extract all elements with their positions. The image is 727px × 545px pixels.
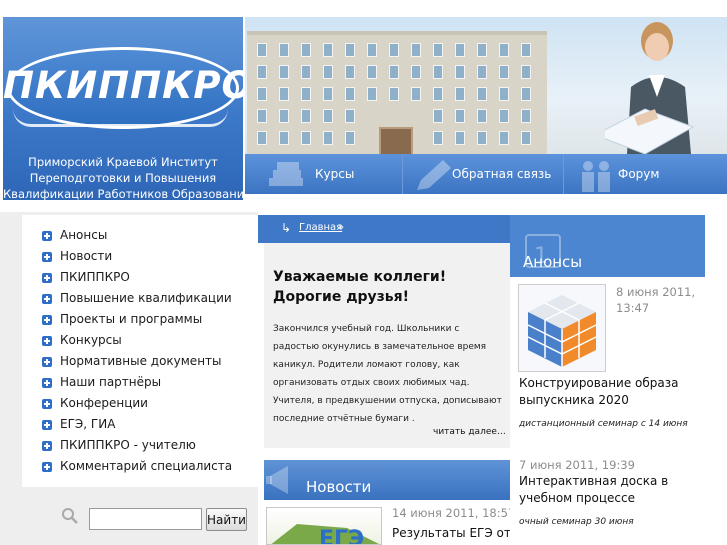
sidebar-item-label: Комментарий специалиста bbox=[60, 459, 233, 473]
plus-bullet-icon bbox=[42, 315, 52, 325]
woman-image bbox=[605, 22, 695, 154]
plus-bullet-icon bbox=[42, 462, 52, 472]
sidebar-item-label: Конкурсы bbox=[60, 333, 122, 347]
institute-name: Приморский Краевой Институт Переподготовк… bbox=[3, 155, 243, 200]
nav-forum-label: Форум bbox=[618, 167, 660, 181]
article-title: Уважаемые коллеги! Дорогие друзья! bbox=[273, 269, 447, 305]
sidebar-item-label: ЕГЭ, ГИА bbox=[60, 417, 116, 431]
pencil-icon bbox=[417, 160, 451, 190]
sidebar-item-projects[interactable]: Проекты и программы bbox=[42, 311, 256, 331]
sidebar-item-qualification[interactable]: Повышение квалификации bbox=[42, 290, 256, 310]
sidebar-item-label: Проекты и программы bbox=[60, 312, 203, 326]
sidebar-item-exams[interactable]: ЕГЭ, ГИА bbox=[42, 416, 256, 436]
sidebar-item-institute[interactable]: ПКИППКРО bbox=[42, 269, 256, 289]
nav-feedback[interactable]: Обратная связь bbox=[403, 154, 564, 194]
plus-bullet-icon bbox=[42, 252, 52, 262]
news-header bbox=[264, 460, 510, 500]
header-photo bbox=[245, 17, 727, 154]
people-icon bbox=[582, 161, 610, 192]
breadcrumb-home-link[interactable]: Главная bbox=[299, 222, 342, 233]
nav-forum[interactable]: Форум bbox=[564, 154, 727, 194]
announcements-heading: Анонсы bbox=[523, 253, 583, 271]
plus-bullet-icon bbox=[42, 378, 52, 388]
read-more-link[interactable]: читать далее… bbox=[433, 427, 506, 437]
sidebar-item-label: ПКИППКРО bbox=[60, 270, 130, 284]
announcement-date: 7 июня 2011, 19:39 bbox=[519, 458, 635, 472]
sidebar-item-label: Наши партнёры bbox=[60, 375, 162, 389]
books-icon bbox=[269, 162, 303, 186]
sidebar-item-announcements[interactable]: Анонсы bbox=[42, 227, 256, 247]
news-date: 14 июня 2011, 18:57 bbox=[392, 506, 516, 520]
plus-bullet-icon bbox=[42, 336, 52, 346]
sidebar-item-contests[interactable]: Конкурсы bbox=[42, 332, 256, 352]
news-thumbnail[interactable]: ЕГЭ bbox=[266, 507, 382, 545]
logo: ПКИППКРО bbox=[3, 64, 243, 107]
news-heading: Новости bbox=[306, 478, 372, 496]
announcement-title[interactable]: Конструирование образа выпускника 2020 bbox=[519, 375, 679, 409]
plus-bullet-icon bbox=[42, 420, 52, 430]
building-image bbox=[247, 31, 547, 154]
plus-bullet-icon bbox=[42, 441, 52, 451]
svg-text:ЕГЭ: ЕГЭ bbox=[319, 527, 364, 545]
search-icon bbox=[62, 508, 78, 524]
sidebar-item-expert-comment[interactable]: Комментарий специалиста bbox=[42, 458, 256, 478]
header: ПКИППКРО Приморский Краевой Институт Пере… bbox=[0, 0, 727, 200]
article-body: Закончился учебный год. Школьники с радо… bbox=[273, 324, 502, 424]
announcement-thumbnail[interactable] bbox=[518, 284, 606, 372]
plus-bullet-icon bbox=[42, 357, 52, 367]
sidebar-item-label: Анонсы bbox=[60, 228, 108, 242]
nav-courses[interactable]: Курсы bbox=[245, 154, 403, 194]
sidebar-menu: Анонсы Новости ПКИППКРО Повышение квалиф… bbox=[22, 215, 258, 487]
main-nav: Курсы Обратная связь Форум bbox=[245, 154, 727, 194]
sidebar-item-label: Новости bbox=[60, 249, 113, 263]
sidebar-item-partners[interactable]: Наши партнёры bbox=[42, 374, 256, 394]
plus-bullet-icon bbox=[42, 231, 52, 241]
news-headline[interactable]: Результаты ЕГЭ от 20.06.2011 bbox=[392, 524, 510, 542]
announcement-date: 8 июня 2011, 13:47 bbox=[616, 285, 696, 315]
sidebar-item-documents[interactable]: Нормативные документы bbox=[42, 353, 256, 373]
logo-panel[interactable]: ПКИППКРО Приморский Краевой Институт Пере… bbox=[3, 17, 243, 200]
sidebar-item-news[interactable]: Новости bbox=[42, 248, 256, 268]
breadcrumb bbox=[258, 215, 510, 243]
sidebar-item-label: Повышение квалификации bbox=[60, 291, 232, 305]
plus-bullet-icon bbox=[42, 399, 52, 409]
announcement-note: дистанционный семинар с 14 июня bbox=[519, 419, 688, 429]
cube-image bbox=[527, 295, 597, 367]
nav-courses-label: Курсы bbox=[315, 167, 355, 181]
nav-feedback-label: Обратная связь bbox=[452, 167, 552, 181]
plus-bullet-icon bbox=[42, 294, 52, 304]
plus-bullet-icon bbox=[42, 273, 52, 283]
breadcrumb-separator: » bbox=[338, 222, 345, 233]
pointer-icon: ↳ bbox=[281, 221, 292, 235]
sidebar-item-label: Нормативные документы bbox=[60, 354, 222, 368]
megaphone-icon bbox=[266, 466, 288, 494]
announcement-note: очный семинар 30 июня bbox=[519, 517, 634, 527]
sidebar-item-label: ПКИППКРО - учителю bbox=[60, 438, 196, 452]
search-input[interactable] bbox=[89, 508, 202, 530]
announcement-title[interactable]: Интерактивная доска в учебном процессе bbox=[519, 473, 668, 507]
search-button[interactable]: Найти bbox=[206, 508, 247, 531]
sidebar-item-for-teachers[interactable]: ПКИППКРО - учителю bbox=[42, 437, 256, 457]
sidebar-item-conferences[interactable]: Конференции bbox=[42, 395, 256, 415]
sidebar-item-label: Конференции bbox=[60, 396, 148, 410]
logo-swoosh bbox=[13, 109, 228, 127]
